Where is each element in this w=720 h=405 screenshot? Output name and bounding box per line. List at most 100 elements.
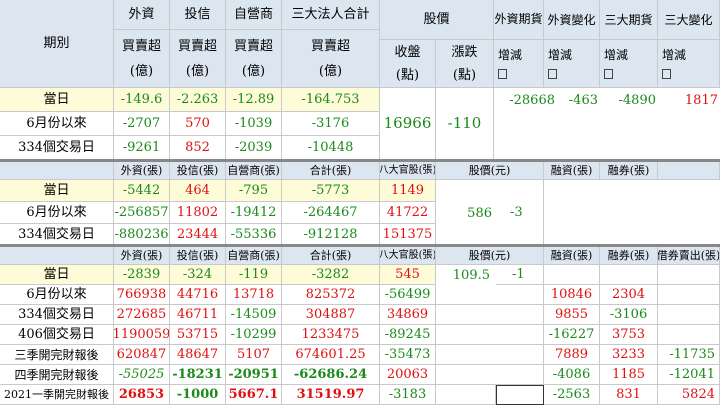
row-label: 當日	[0, 88, 114, 112]
cell: -18231	[170, 365, 226, 385]
cell: -19412	[226, 202, 282, 224]
price-value-2: 586	[436, 180, 496, 246]
cell: -2563	[544, 385, 600, 405]
blank-cell	[436, 345, 544, 365]
cell: -11735	[658, 345, 720, 365]
cell: -2.263	[170, 88, 226, 112]
cell: 1185	[600, 365, 658, 385]
cell	[658, 305, 720, 325]
cell: 272685	[114, 305, 170, 325]
cell: 41722	[380, 202, 436, 224]
selected-cell[interactable]	[496, 385, 544, 405]
period-header: 期別	[0, 0, 114, 88]
blank-cell	[436, 325, 544, 345]
foreign-header-3: 外資(張)	[114, 247, 170, 265]
cell: 31519.97	[282, 385, 380, 405]
inc-dec-3: 增減	[600, 40, 658, 88]
stock-price-header: 股價	[380, 0, 494, 40]
cell	[658, 285, 720, 305]
cell: -5442	[114, 180, 170, 202]
cell: 7889	[544, 345, 600, 365]
checkbox-icon	[604, 68, 613, 79]
cell: -795	[226, 180, 282, 202]
cell	[658, 325, 720, 345]
cell: 3753	[600, 325, 658, 345]
cell: 53715	[170, 325, 226, 345]
inc-dec-4: 增減	[658, 40, 720, 88]
row-label: 334個交易日	[0, 224, 114, 246]
foreign-unit: 買賣超 (億)	[114, 30, 170, 88]
foreign-futures-value: -28668	[494, 88, 557, 112]
cell: -89245	[380, 325, 436, 345]
cell: -62686.24	[282, 365, 380, 385]
row-label: 6月份以來	[0, 202, 114, 224]
cell: 13718	[226, 285, 282, 305]
close-value: 16966	[380, 88, 436, 160]
cell: -3282	[282, 265, 380, 285]
cell: -2839	[114, 265, 170, 285]
checkbox-icon	[498, 68, 507, 79]
foreign-header: 外資	[114, 0, 170, 30]
cell: 620847	[114, 345, 170, 365]
cell: -12.89	[226, 88, 282, 112]
three-futures-header: 三大期貨	[600, 0, 658, 40]
three-change-header: 三大變化	[658, 0, 720, 40]
cell: -264467	[282, 202, 380, 224]
foreign-change-value: -463	[557, 88, 600, 112]
row-label: 6月份以來	[0, 285, 114, 305]
eight-header-3: 八大官股(張)	[380, 247, 436, 265]
cell: -10448	[282, 136, 380, 160]
cell: -16227	[544, 325, 600, 345]
price-header-2: 股價(元)	[436, 162, 544, 180]
cell: -149.6	[114, 88, 170, 112]
change-value-2: -3	[496, 180, 544, 246]
row-label: 當日	[0, 180, 114, 202]
row-label: 406個交易日	[0, 325, 114, 345]
three-total-header: 三大法人合計	[282, 0, 380, 30]
total-unit: 買賣超 (億)	[282, 30, 380, 88]
change-value-3: -1	[496, 265, 544, 285]
row-label: 334個交易日	[0, 136, 114, 160]
cell: -1000	[170, 385, 226, 405]
cell: -3106	[600, 305, 658, 325]
cell: -56499	[380, 285, 436, 305]
cell: -55025	[114, 365, 170, 385]
cell: 5824	[658, 385, 720, 405]
close-header: 收盤 (點)	[380, 40, 436, 88]
cell: 304887	[282, 305, 380, 325]
cell: 34869	[380, 305, 436, 325]
short-header-3: 融券(張)	[600, 247, 658, 265]
short-header-2: 融券(張)	[600, 162, 658, 180]
cell: 825372	[282, 285, 380, 305]
cell: 151375	[380, 224, 436, 246]
cell: 464	[170, 180, 226, 202]
cell: 44716	[170, 285, 226, 305]
total-header-2: 合計(張)	[282, 162, 380, 180]
change-value: -110	[436, 88, 494, 160]
change-header: 漲跌 (點)	[436, 40, 494, 88]
cell	[658, 265, 720, 285]
foreign-change-header: 外資變化	[544, 0, 600, 40]
price-header-3: 股價(元)	[436, 247, 544, 265]
blank-cell	[436, 385, 496, 405]
cell: -2707	[114, 112, 170, 136]
foreign-futures-header: 外資期貨	[494, 0, 544, 40]
trust-header-2: 投信(張)	[170, 162, 226, 180]
cell: -912128	[282, 224, 380, 246]
cell: 26853	[114, 385, 170, 405]
cell: -10299	[226, 325, 282, 345]
blank-cell	[436, 365, 544, 385]
cell: 3233	[600, 345, 658, 365]
cell: 48647	[170, 345, 226, 365]
dealer-header-2: 自營商(張)	[226, 162, 282, 180]
eight-header-2: 八大官股(張)	[380, 162, 436, 180]
total-header-3: 合計(張)	[282, 247, 380, 265]
margin-header-3: 融資(張)	[544, 247, 600, 265]
cell: -35473	[380, 345, 436, 365]
empty-area-2	[544, 180, 720, 246]
row-label: 當日	[0, 265, 114, 285]
trust-header-3: 投信(張)	[170, 247, 226, 265]
row-label: 6月份以來	[0, 112, 114, 136]
cell: 674601.25	[282, 345, 380, 365]
cell: -2039	[226, 136, 282, 160]
